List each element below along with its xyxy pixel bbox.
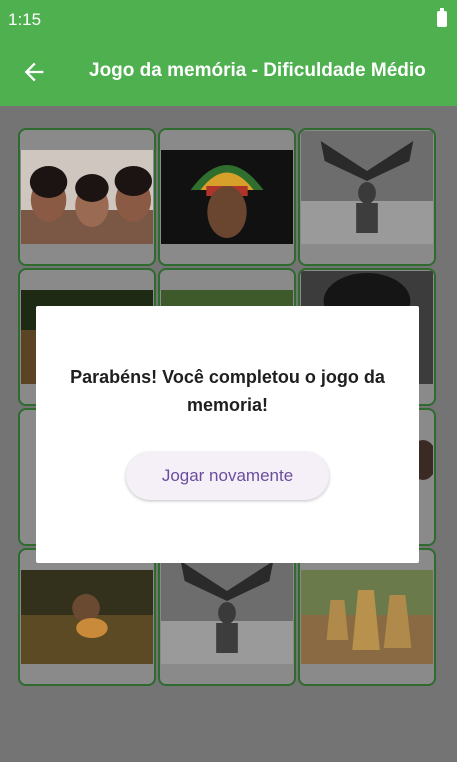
status-bar: 1:15 — [0, 0, 457, 38]
app-bar: Jogo da memória - Dificuldade Médio — [0, 38, 457, 106]
memory-card[interactable] — [298, 548, 436, 686]
memory-card[interactable] — [18, 548, 156, 686]
memory-card[interactable] — [158, 548, 296, 686]
play-again-button[interactable]: Jogar novamente — [126, 452, 329, 500]
card-photo-bw-dancer — [301, 131, 433, 244]
completion-message: Parabéns! Você completou o jogo da memor… — [70, 367, 385, 415]
completion-dialog: Parabéns! Você completou o jogo da memor… — [36, 306, 419, 563]
card-photo-headdress-man — [161, 150, 293, 244]
battery-icon — [437, 8, 447, 27]
memory-card[interactable] — [298, 128, 436, 266]
memory-card[interactable] — [18, 128, 156, 266]
card-photo-kids — [21, 150, 153, 244]
card-photo-straw-dancers — [301, 570, 433, 664]
page-title: Jogo da memória - Dificuldade Médio — [89, 60, 426, 81]
card-photo-bw-dancer — [161, 551, 293, 664]
back-arrow-icon[interactable] — [20, 58, 48, 86]
card-photo-river-boy — [21, 570, 153, 664]
memory-card[interactable] — [158, 128, 296, 266]
status-time: 1:15 — [8, 10, 42, 29]
